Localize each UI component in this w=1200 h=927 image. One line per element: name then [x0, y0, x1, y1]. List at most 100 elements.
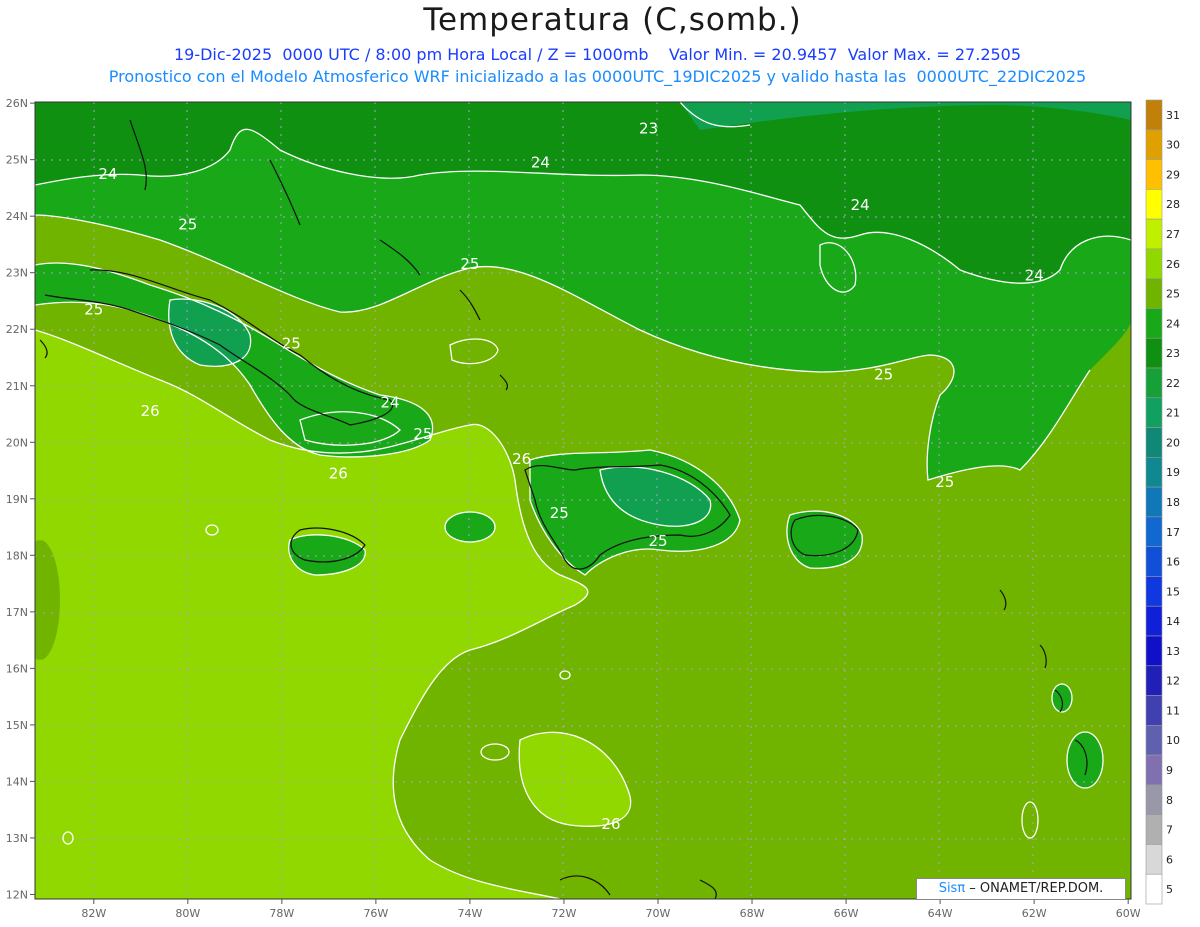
contour-label: 24	[380, 394, 399, 412]
temperature-colorbar: 31 30 29 28 27 26 25 24 23 22 21 20 19 18 17 16 15 14 13 12…	[1145, 99, 1180, 905]
colorbar-label: 31	[1166, 109, 1180, 122]
colorbar-label: 17	[1166, 526, 1180, 539]
colorbar-swatch	[1145, 546, 1163, 577]
lat-tick-label: 13N	[6, 832, 28, 845]
contour-label: 24	[851, 196, 870, 214]
lat-tick-label: 20N	[6, 436, 28, 449]
colorbar-swatch	[1145, 397, 1163, 428]
colorbar-swatch	[1145, 844, 1163, 875]
colorbar-swatch	[1145, 278, 1163, 309]
contour-label: 24	[98, 165, 117, 183]
lat-tick-label: 24N	[6, 210, 28, 223]
contour-label: 25	[178, 216, 197, 234]
colorbar-swatch	[1145, 784, 1163, 815]
contour-label: 24	[531, 153, 550, 171]
colorbar-label: 29	[1166, 168, 1180, 181]
contour-label: 26	[141, 402, 160, 420]
credit-text: – ONAMET/REP.DOM.	[965, 881, 1104, 896]
contour-label: 25	[648, 532, 667, 550]
colorbar-swatch	[1145, 665, 1163, 696]
colorbar-swatch	[1145, 367, 1163, 399]
colorbar-swatch	[1145, 308, 1163, 339]
colorbar-label: 21	[1166, 407, 1180, 420]
lon-tick-label: 70W	[646, 907, 671, 920]
longitude-axis: 82W 80W 78W 76W 74W 72W 70W 68W 66W 64W 62W 60W	[81, 899, 1141, 920]
colorbar-label: 23	[1166, 347, 1180, 360]
contour-label: 25	[413, 425, 432, 443]
lat-tick-label: 22N	[6, 323, 28, 336]
lon-tick-label: 60W	[1116, 907, 1141, 920]
contour-label: 26	[601, 815, 620, 833]
lon-tick-label: 68W	[740, 907, 765, 920]
lat-tick-label: 12N	[6, 888, 28, 901]
colorbar-label: 13	[1166, 645, 1180, 658]
colorbar-swatch	[1145, 218, 1163, 250]
colorbar-label: 20	[1166, 436, 1180, 449]
contour-label: 25	[460, 255, 479, 273]
colorbar-swatch	[1145, 814, 1163, 845]
colorbar-swatch	[1145, 457, 1163, 488]
temperature-map: 23 24 24 24 24 25 25 25 25 25 25 25 25 25 24 26 26 26 26 8…	[6, 97, 1180, 920]
lat-tick-label: 26N	[6, 97, 28, 110]
lon-tick-label: 66W	[834, 907, 859, 920]
lat-tick-label: 23N	[6, 267, 28, 280]
colorbar-label: 30	[1166, 139, 1180, 152]
lat-tick-label: 25N	[6, 154, 28, 167]
colorbar-label: 6	[1166, 853, 1173, 866]
lon-tick-label: 82W	[81, 907, 106, 920]
lat-tick-label: 18N	[6, 549, 28, 562]
colorbar-label: 15	[1166, 585, 1180, 598]
contour-label: 24	[1025, 267, 1044, 285]
colorbar-swatch	[1145, 248, 1163, 279]
colorbar-swatch	[1145, 189, 1163, 220]
colorbar-swatch	[1145, 873, 1163, 905]
colorbar-label: 10	[1166, 734, 1180, 747]
credit-box: Sisπ – ONAMET/REP.DOM.	[916, 878, 1126, 900]
colorbar-label: 27	[1166, 228, 1180, 241]
colorbar-swatch	[1145, 725, 1163, 756]
colorbar-swatch	[1145, 129, 1163, 160]
colorbar-swatch	[1145, 695, 1163, 726]
lon-tick-label: 74W	[457, 907, 482, 920]
contour-label: 26	[512, 450, 531, 468]
lat-tick-label: 19N	[6, 493, 28, 506]
contour-label: 23	[639, 120, 658, 138]
colorbar-swatch	[1145, 99, 1163, 131]
colorbar-label: 28	[1166, 198, 1180, 211]
lat-tick-label: 15N	[6, 719, 28, 732]
lon-tick-label: 62W	[1022, 907, 1047, 920]
colorbar-label: 9	[1166, 764, 1173, 777]
lon-tick-label: 72W	[552, 907, 577, 920]
colorbar-label: 5	[1166, 883, 1173, 896]
contour-label: 25	[550, 504, 569, 522]
colorbar-swatch	[1145, 159, 1163, 190]
lon-tick-label: 78W	[269, 907, 294, 920]
colorbar-label: 19	[1166, 466, 1180, 479]
colorbar-swatch	[1145, 754, 1163, 786]
credit-brand: Sisπ	[938, 881, 966, 896]
colorbar-label: 14	[1166, 615, 1180, 628]
lat-tick-label: 17N	[6, 606, 28, 619]
lat-tick-label: 16N	[6, 662, 28, 675]
colorbar-label: 8	[1166, 794, 1173, 807]
colorbar-swatch	[1145, 576, 1163, 607]
contour-label: 25	[282, 334, 301, 352]
contour-label: 25	[874, 365, 893, 383]
latitude-axis: 26N 25N 24N 23N 22N 21N 20N 19N 18N 17N 16N 15N 14N 1…	[6, 97, 35, 901]
lat-tick-label: 14N	[6, 775, 28, 788]
colorbar-swatch	[1145, 427, 1163, 458]
lon-tick-label: 64W	[928, 907, 953, 920]
colorbar-label: 25	[1166, 288, 1180, 301]
colorbar-swatch	[1145, 605, 1163, 637]
colorbar-label: 24	[1166, 317, 1180, 330]
colorbar-swatch	[1145, 635, 1163, 667]
lat-tick-label: 21N	[6, 380, 28, 393]
colorbar-label: 12	[1166, 675, 1180, 688]
colorbar-label: 26	[1166, 258, 1180, 271]
colorbar-swatch	[1145, 516, 1163, 547]
colorbar-swatch	[1145, 337, 1163, 369]
lon-tick-label: 80W	[175, 907, 200, 920]
colorbar-label: 22	[1166, 377, 1180, 390]
contour-label: 25	[84, 300, 103, 318]
contour-label: 25	[935, 473, 954, 491]
